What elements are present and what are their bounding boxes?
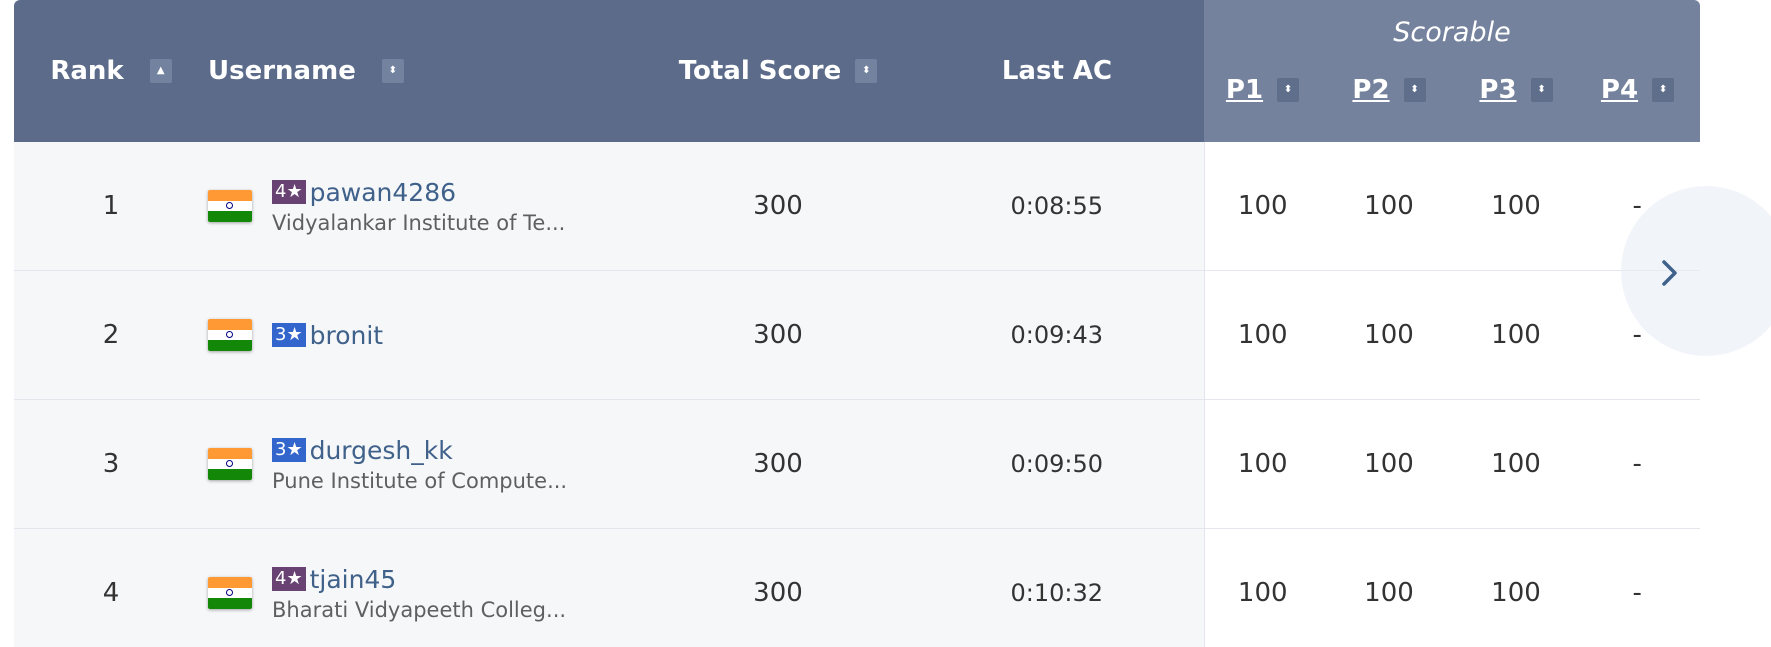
table-row: 3 3★ durgesh_kk Pune Institute of Comput…	[14, 399, 1700, 529]
india-flag-icon	[208, 448, 252, 480]
institution-name: Bharati Vidyapeeth Colleg...	[272, 597, 567, 622]
username-link[interactable]: bronit	[310, 321, 384, 350]
user-cell: 4★ tjain45 Bharati Vidyapeeth Colleg...	[208, 528, 646, 647]
rank-cell: 4	[14, 528, 208, 647]
chevron-right-icon	[1662, 260, 1677, 286]
user-cell: 3★ bronit	[208, 270, 646, 400]
username-link[interactable]: tjain45	[310, 565, 397, 594]
username-header-label: Username	[208, 56, 356, 86]
total-score-column-header[interactable]: Total Score ⬍	[646, 0, 910, 142]
institution-name: Pune Institute of Compute...	[272, 468, 568, 493]
star-rating-badge: 4★	[272, 567, 306, 591]
p1-score-cell: 100	[1203, 528, 1321, 647]
p1-score-cell: 100	[1203, 142, 1321, 271]
institution-name: Vidyalankar Institute of Te...	[272, 210, 566, 235]
p3-score-cell: 100	[1457, 142, 1575, 271]
user-cell: 4★ pawan4286 Vidyalankar Institute of Te…	[208, 142, 646, 271]
total-score-cell: 300	[646, 528, 910, 647]
last-ac-header-label: Last AC	[1001, 56, 1113, 86]
p2-problem-link[interactable]: P2	[1352, 75, 1389, 105]
user-cell: 3★ durgesh_kk Pune Institute of Compute.…	[208, 399, 646, 529]
p3-problem-link[interactable]: P3	[1479, 75, 1516, 105]
username-column-header[interactable]: Username ⬍	[208, 0, 646, 142]
p4-score-cell: -	[1575, 528, 1700, 647]
total-score-header-label: Total Score	[678, 56, 842, 86]
sort-arrows-icon[interactable]: ⬍	[855, 59, 878, 83]
last-ac-cell: 0:08:55	[910, 142, 1204, 271]
p1-score-cell: 100	[1203, 270, 1321, 400]
rank-column-header[interactable]: Rank ▲	[14, 0, 208, 142]
last-ac-cell: 0:10:32	[910, 528, 1204, 647]
total-score-cell: 300	[646, 270, 910, 400]
sort-arrows-icon[interactable]: ⬍	[1277, 78, 1300, 102]
rank-header-label: Rank	[50, 56, 124, 86]
rank-cell: 3	[14, 399, 208, 529]
p4-problem-link[interactable]: P4	[1601, 75, 1638, 105]
total-score-cell: 300	[646, 142, 910, 271]
table-row: 1 4★ pawan4286 Vidyalankar Institute of …	[14, 142, 1700, 271]
star-rating-badge: 3★	[272, 438, 306, 462]
p4-score-cell: -	[1575, 399, 1700, 529]
table-row: 4 4★ tjain45 Bharati Vidyapeeth Colleg..…	[14, 528, 1700, 647]
star-rating-badge: 4★	[272, 180, 306, 204]
india-flag-icon	[208, 319, 252, 351]
table-row: 2 3★ bronit 300 0:09:43 100 100 100 -	[14, 270, 1700, 400]
scorable-caption: Scorable	[1393, 17, 1511, 48]
last-ac-cell: 0:09:50	[910, 399, 1204, 529]
p2-score-cell: 100	[1321, 270, 1457, 400]
username-link[interactable]: durgesh_kk	[310, 436, 453, 465]
p2-score-cell: 100	[1321, 142, 1457, 271]
p1-score-cell: 100	[1203, 399, 1321, 529]
sort-arrows-icon[interactable]: ⬍	[1652, 78, 1675, 102]
username-link[interactable]: pawan4286	[310, 178, 456, 207]
p3-score-cell: 100	[1457, 399, 1575, 529]
p2-score-cell: 100	[1321, 399, 1457, 529]
rank-cell: 1	[14, 142, 208, 271]
india-flag-icon	[208, 577, 252, 609]
total-score-cell: 300	[646, 399, 910, 529]
india-flag-icon	[208, 190, 252, 222]
p2-score-cell: 100	[1321, 528, 1457, 647]
p3-score-cell: 100	[1457, 270, 1575, 400]
sort-arrows-icon[interactable]: ⬍	[1403, 78, 1426, 102]
p1-problem-link[interactable]: P1	[1226, 75, 1263, 105]
rank-cell: 2	[14, 270, 208, 400]
sort-arrows-icon[interactable]: ⬍	[381, 59, 404, 83]
ranklist-table: Rank ▲ Username ⬍ Total Score ⬍ Last AC …	[14, 0, 1700, 647]
p3-score-cell: 100	[1457, 528, 1575, 647]
last-ac-cell: 0:09:43	[910, 270, 1204, 400]
sort-arrows-icon[interactable]: ⬍	[1530, 78, 1553, 102]
last-ac-column-header: Last AC	[910, 0, 1204, 142]
ranklist-table-container: Scorable Rank ▲ Username ⬍ Total Score ⬍…	[14, 0, 1700, 647]
star-rating-badge: 3★	[272, 323, 306, 347]
sort-ascending-icon[interactable]: ▲	[149, 59, 172, 83]
